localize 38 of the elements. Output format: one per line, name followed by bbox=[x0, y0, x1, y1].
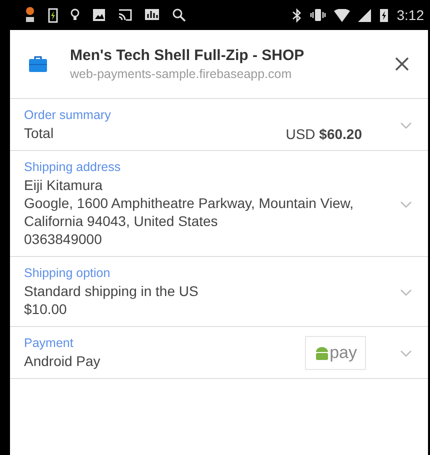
merchant-url: web-payments-sample.firebaseapp.com bbox=[70, 67, 293, 81]
section-label: Shipping option bbox=[24, 266, 112, 280]
shopping-bag-icon bbox=[28, 55, 48, 73]
section-value: Eiji Kitamura bbox=[24, 176, 104, 194]
chevron-down-icon bbox=[400, 200, 412, 208]
close-icon bbox=[394, 56, 410, 72]
battery-icon bbox=[48, 7, 58, 23]
search-icon bbox=[172, 8, 186, 22]
clock-time: 3:12 bbox=[396, 7, 424, 23]
section-value: Google, 1600 Amphitheatre Parkway, Mountain View, California 94043, United States bbox=[24, 194, 354, 230]
vibrate-icon bbox=[310, 8, 326, 22]
section-label: Shipping address bbox=[24, 160, 122, 174]
chevron-down-icon bbox=[400, 350, 412, 356]
section-value: Standard shipping in the US bbox=[24, 282, 200, 300]
payment-logo: pay bbox=[304, 336, 366, 370]
chevron-down-icon bbox=[400, 288, 412, 296]
total-amount: USD $60.20 bbox=[286, 126, 362, 142]
section-value: Total bbox=[24, 124, 55, 142]
cast-icon bbox=[118, 8, 132, 22]
summary-section[interactable]: Shipping address Eiji Kitamura Google, 1600 Amphitheatre Parkway, Mountain View, California 94043, United States 0363849000 bbox=[10, 151, 428, 257]
section-value: $10.00 bbox=[24, 300, 68, 318]
section-value: Android Pay bbox=[24, 352, 102, 370]
section-label: Order summary bbox=[24, 108, 112, 122]
bluetooth-icon bbox=[292, 8, 302, 22]
section-label: Payment bbox=[24, 336, 74, 350]
summary-section[interactable]: Shipping option Standard shipping in the US $10.00 bbox=[10, 257, 428, 327]
summary-section[interactable]: Payment Android Pay pay bbox=[10, 327, 428, 379]
wifi-icon bbox=[334, 8, 350, 22]
chevron-down-icon bbox=[400, 122, 412, 128]
battery-icon bbox=[378, 7, 389, 23]
bulb-icon bbox=[70, 8, 80, 22]
image-icon bbox=[92, 8, 106, 22]
section-value: 0363849000 bbox=[24, 230, 103, 248]
merchant-title: Men's Tech Shell Full-Zip - SHOP bbox=[70, 47, 306, 64]
chart-icon bbox=[144, 8, 160, 22]
android-icon bbox=[314, 345, 330, 361]
signal-icon bbox=[358, 8, 371, 22]
summary-section[interactable]: Order summary Total USD $60.20 bbox=[10, 99, 428, 151]
